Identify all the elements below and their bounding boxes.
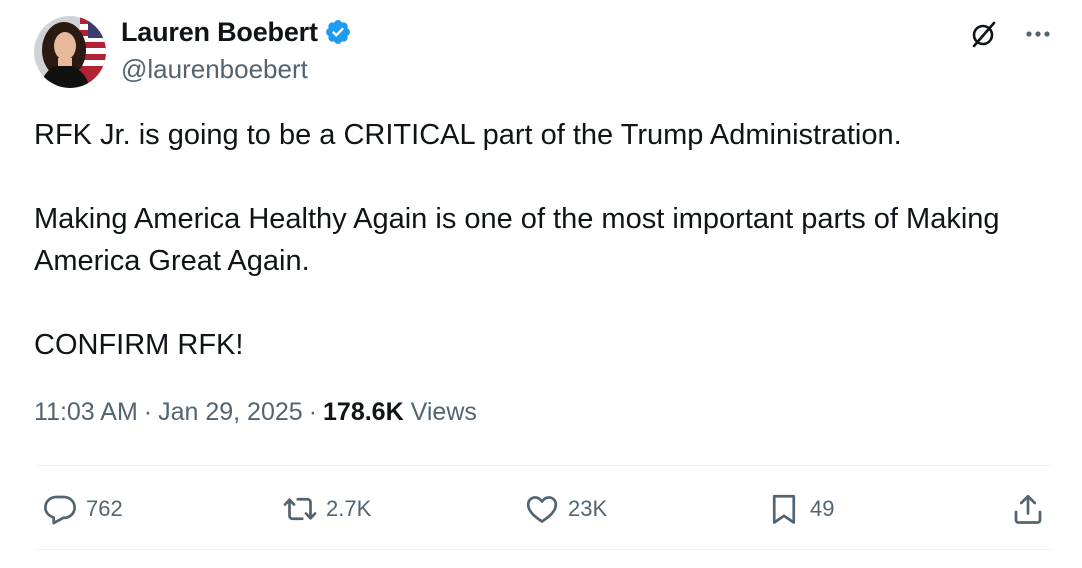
reply-icon xyxy=(42,491,78,527)
author-handle[interactable]: @laurenboebert xyxy=(121,54,308,85)
tweet-paragraph: Making America Healthy Again is one of t… xyxy=(34,203,1000,277)
meta-separator: · xyxy=(308,398,318,426)
views-count[interactable]: 178.6K xyxy=(323,398,404,427)
tweet-paragraph: CONFIRM RFK! xyxy=(34,329,244,361)
share-icon xyxy=(1010,491,1046,527)
repost-button[interactable]: 2.7K xyxy=(282,486,371,532)
tweet-meta: 11:03 AM · Jan 29, 2025 · 178.6K Views xyxy=(34,398,477,427)
more-icon[interactable] xyxy=(1022,18,1054,50)
grok-icon[interactable] xyxy=(968,18,1000,50)
repost-count: 2.7K xyxy=(326,496,372,521)
divider xyxy=(34,465,1054,466)
reply-count: 762 xyxy=(86,496,123,521)
tweet-date[interactable]: Jan 29, 2025 xyxy=(158,398,303,427)
share-button[interactable] xyxy=(1010,486,1046,532)
profile-photo-icon xyxy=(34,16,106,88)
bookmark-count: 49 xyxy=(810,496,835,521)
like-button[interactable]: 23K xyxy=(524,486,607,532)
like-count: 23K xyxy=(568,496,608,521)
divider xyxy=(34,549,1054,550)
repost-icon xyxy=(282,491,318,527)
tweet-text: RFK Jr. is going to be a CRITICAL part o… xyxy=(34,114,1044,366)
author-display-name[interactable]: Lauren Boebert xyxy=(121,17,318,48)
bookmark-icon xyxy=(766,491,802,527)
action-bar: 762 2.7K 23K 49 xyxy=(34,486,1054,534)
tweet-card: Lauren Boebert @laurenboebert RFK Jr. is… xyxy=(0,0,1082,568)
views-label[interactable]: Views xyxy=(411,398,477,427)
bookmark-button[interactable]: 49 xyxy=(766,486,834,532)
header-icons xyxy=(968,18,1054,50)
heart-icon xyxy=(524,491,560,527)
meta-separator: · xyxy=(143,398,153,426)
tweet-paragraph: RFK Jr. is going to be a CRITICAL part o… xyxy=(34,119,902,151)
verified-badge-icon xyxy=(324,18,352,46)
reply-button[interactable]: 762 xyxy=(42,486,123,532)
author-name-row[interactable]: Lauren Boebert xyxy=(121,16,352,48)
avatar[interactable] xyxy=(34,16,106,88)
tweet-time[interactable]: 11:03 AM xyxy=(34,398,138,427)
